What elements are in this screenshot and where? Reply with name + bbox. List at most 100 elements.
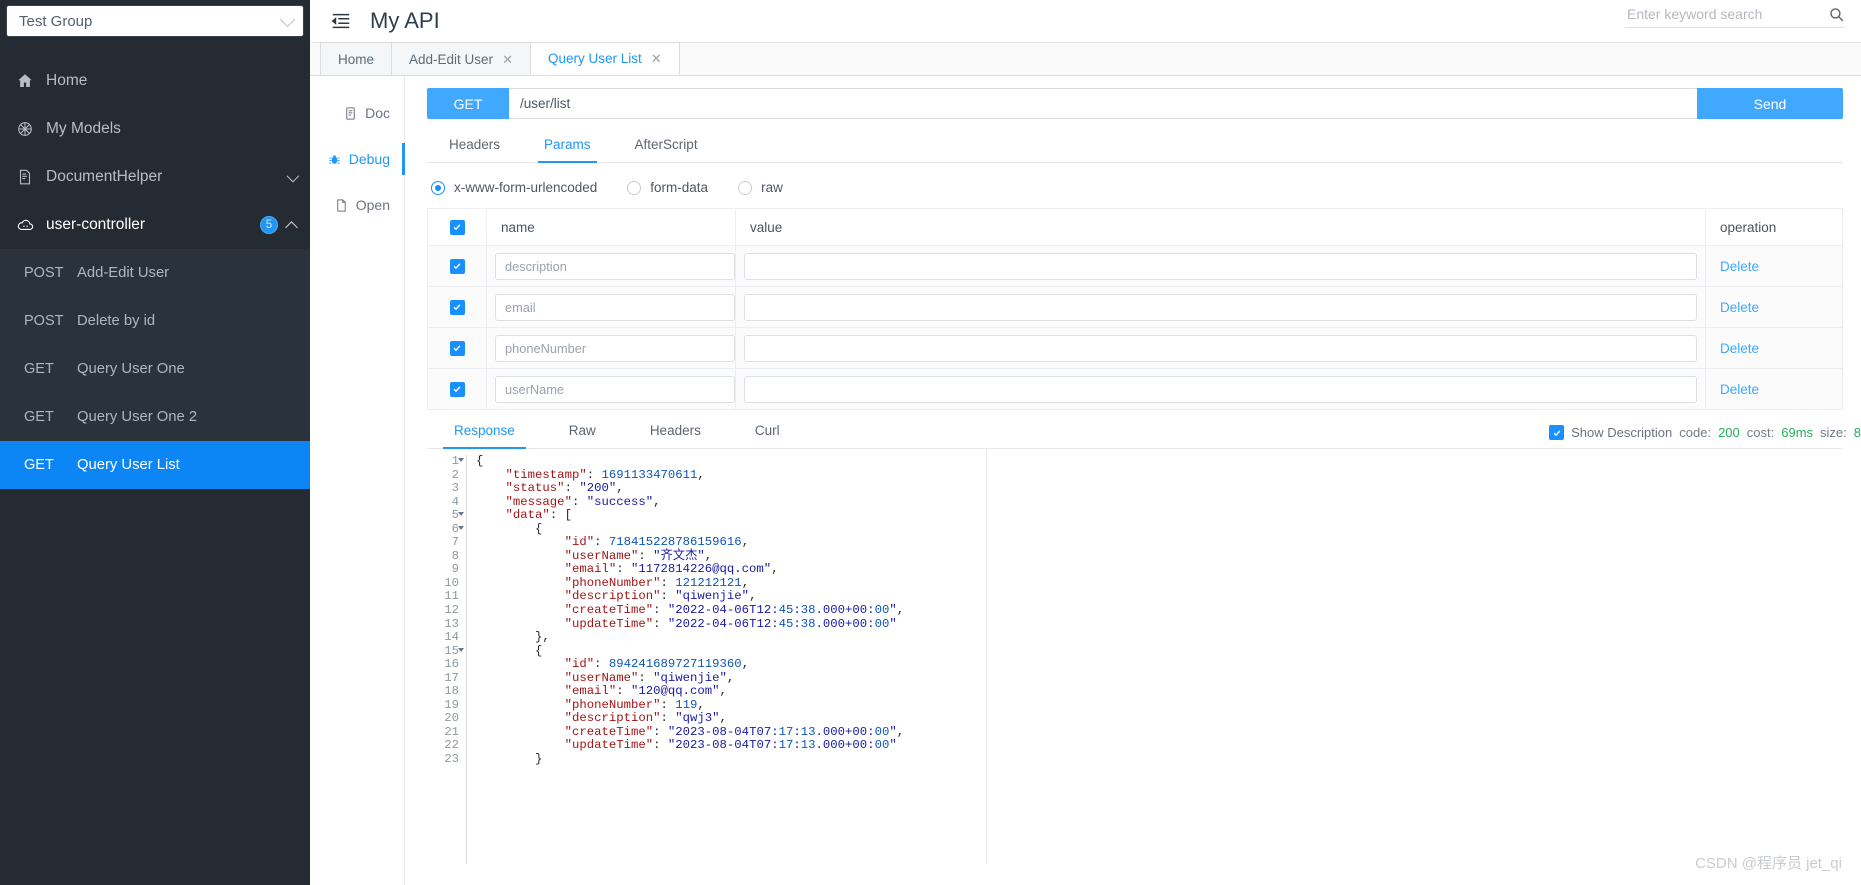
param-name-input[interactable] — [495, 334, 735, 362]
sidebar-item-label: DocumentHelper — [46, 168, 163, 185]
param-name-input[interactable] — [495, 293, 735, 321]
api-name: Query User One 2 — [77, 409, 198, 425]
row-select-cell — [428, 287, 487, 327]
sidebar-nav: Home My Models DocumentHelper user-contr… — [0, 57, 310, 489]
param-operation-cell: Delete — [1706, 369, 1842, 409]
params-table: name value operation description Delete … — [427, 208, 1843, 410]
radio-indicator — [431, 180, 445, 195]
show-description-checkbox[interactable] — [1549, 425, 1565, 440]
param-value-input[interactable] — [744, 334, 1697, 362]
table-row: Delete — [428, 246, 1842, 287]
response-meta: Show Description code: 200 cost: 69ms si… — [1549, 425, 1861, 440]
tab-query-user-list[interactable]: Query User List ✕ — [529, 42, 680, 75]
tab-afterscript[interactable]: AfterScript — [613, 137, 720, 162]
row-checkbox[interactable] — [449, 340, 465, 356]
radio-indicator — [627, 180, 642, 195]
tab-response-headers[interactable]: Headers — [623, 423, 728, 448]
radio-raw[interactable]: raw — [738, 180, 783, 195]
api-method: GET — [24, 409, 54, 425]
row-checkbox[interactable] — [449, 258, 465, 274]
status-badge: 200 — [1718, 425, 1740, 440]
api-count-badge: 5 — [260, 216, 278, 234]
table-header-row: name value operation — [428, 209, 1842, 246]
request-url-input[interactable] — [509, 88, 1697, 119]
param-operation-cell: Delete — [1706, 287, 1842, 327]
sidebar-item-user-controller[interactable]: user-controller 5 — [0, 201, 310, 249]
api-name: Query User One — [77, 361, 185, 377]
param-operation-cell: Delete — [1706, 246, 1842, 286]
json-code[interactable]: { "timestamp": 1691133470611, "status": … — [467, 454, 904, 864]
json-viewer[interactable]: 1 2 3 4 5 6 7 8 9 10 11 12 13 14 15 16 17 18 19 20 21 22 23 { … — [427, 449, 987, 864]
tab-response[interactable]: Response — [427, 423, 542, 449]
cloud-icon — [14, 214, 36, 236]
tab-headers[interactable]: Headers — [427, 137, 522, 162]
size-label: size: — [1820, 425, 1847, 440]
bug-icon — [327, 152, 342, 167]
param-value-input[interactable] — [744, 375, 1697, 403]
rail-item-debug[interactable]: Debug — [310, 136, 405, 182]
param-name-input[interactable] — [495, 252, 735, 280]
close-icon[interactable]: ✕ — [502, 53, 513, 66]
request-url-bar: GET Send — [427, 88, 1843, 119]
param-value-input[interactable] — [744, 252, 1697, 280]
chevron-down-icon[interactable] — [286, 169, 300, 182]
api-method: POST — [24, 313, 64, 329]
row-checkbox[interactable] — [449, 299, 465, 315]
line-number-gutter: 1 2 3 4 5 6 7 8 9 10 11 12 13 14 15 16 17 18 19 20 21 22 23 — [427, 454, 467, 864]
delete-link[interactable]: Delete — [1720, 341, 1759, 356]
radio-form-data[interactable]: form-data — [627, 180, 708, 195]
sidebar: Test Group Home My Models DocumentHelper… — [0, 0, 310, 885]
tab-home[interactable]: Home — [320, 42, 393, 75]
sidebar-collapse-icon[interactable] — [330, 10, 352, 32]
tab-params[interactable]: Params — [522, 137, 613, 163]
tab-curl[interactable]: Curl — [728, 423, 807, 448]
api-item-delete-by-id[interactable]: POST Delete by id — [0, 297, 310, 345]
search-box[interactable] — [1625, 5, 1845, 28]
page-title: My API — [370, 8, 440, 33]
open-file-icon — [334, 198, 349, 213]
api-item-query-user-one[interactable]: GET Query User One — [0, 345, 310, 393]
radio-label: x-www-form-urlencoded — [454, 180, 598, 195]
send-button[interactable]: Send — [1697, 88, 1843, 119]
tab-label: Params — [544, 137, 591, 152]
param-value-input[interactable] — [744, 293, 1697, 321]
debug-panel: GET Send Headers Params AfterScript x-ww… — [405, 76, 1861, 885]
tab-label: Headers — [649, 423, 701, 438]
table-row: Delete — [428, 328, 1842, 369]
api-item-query-user-list[interactable]: GET Query User List — [0, 441, 310, 489]
rail-item-doc[interactable]: Doc — [310, 90, 404, 136]
sidebar-item-documenthelper[interactable]: DocumentHelper — [0, 153, 310, 201]
rail-item-open[interactable]: Open — [310, 182, 404, 228]
param-name-input[interactable] — [495, 375, 735, 403]
select-all-checkbox[interactable] — [449, 219, 465, 235]
param-name-cell — [487, 369, 736, 409]
row-checkbox[interactable] — [449, 381, 465, 397]
delete-link[interactable]: Delete — [1720, 259, 1759, 274]
main-area: My API Home Add-Edit User ✕ Query User L… — [310, 0, 1861, 885]
delete-link[interactable]: Delete — [1720, 300, 1759, 315]
close-icon[interactable]: ✕ — [651, 52, 662, 65]
param-operation-cell: Delete — [1706, 328, 1842, 368]
sidebar-item-my-models[interactable]: My Models — [0, 105, 310, 153]
tab-add-edit-user[interactable]: Add-Edit User ✕ — [391, 42, 531, 75]
group-select[interactable]: Test Group — [6, 5, 304, 37]
search-icon[interactable] — [1828, 6, 1845, 23]
radio-x-www-form-urlencoded[interactable]: x-www-form-urlencoded — [431, 180, 597, 195]
api-item-add-edit-user[interactable]: POST Add-Edit User — [0, 249, 310, 297]
chevron-down-icon — [279, 11, 296, 27]
chevron-up-icon[interactable] — [285, 220, 298, 234]
select-all-cell — [428, 209, 487, 245]
radio-indicator — [738, 180, 753, 195]
delete-link[interactable]: Delete — [1720, 382, 1759, 397]
api-item-query-user-one-2[interactable]: GET Query User One 2 — [0, 393, 310, 441]
search-input[interactable] — [1625, 5, 1828, 23]
param-value-cell — [736, 328, 1706, 368]
response-tabs: Response Raw Headers Curl Show Descripti… — [427, 423, 1861, 449]
param-name-cell — [487, 246, 736, 286]
column-header-value: value — [736, 209, 1706, 245]
request-method-select[interactable]: GET — [427, 88, 509, 119]
api-method: GET — [24, 457, 54, 473]
sidebar-item-home[interactable]: Home — [0, 57, 310, 105]
tab-raw[interactable]: Raw — [542, 423, 623, 448]
param-value-cell — [736, 369, 1706, 409]
